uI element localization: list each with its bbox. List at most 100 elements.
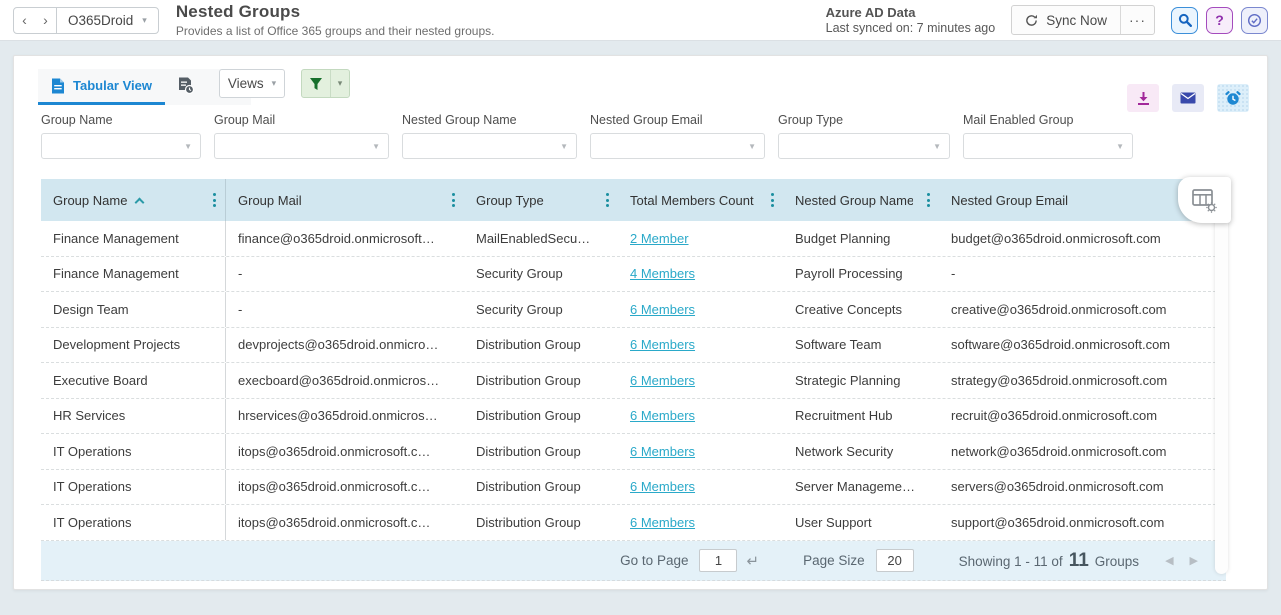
cell-members: 4 Members xyxy=(618,257,783,292)
cell-group-name: Development Projects xyxy=(41,328,226,363)
table-row[interactable]: Development Projectsdevprojects@o365droi… xyxy=(41,328,1226,364)
cell-members: 6 Members xyxy=(618,399,783,434)
column-header-total-members-count[interactable]: Total Members Count xyxy=(618,179,783,221)
cell-nested-group-email: recruit@o365droid.onmicrosoft.com xyxy=(939,399,1226,434)
filter-select-group-name[interactable]: ▼ xyxy=(41,133,201,159)
chevron-down-icon: ▼ xyxy=(1116,142,1124,151)
email-button[interactable] xyxy=(1172,84,1204,112)
cell-members: 6 Members xyxy=(618,434,783,469)
showing-suffix: Groups xyxy=(1095,554,1139,569)
cell-group-mail: finance@o365droid.onmicrosoft… xyxy=(226,221,464,256)
tab-label: Tabular View xyxy=(73,78,152,93)
filter-select-mail-enabled-group[interactable]: ▼ xyxy=(963,133,1133,159)
cell-group-mail: itops@o365droid.onmicrosoft.c… xyxy=(226,470,464,505)
column-header-group-type[interactable]: Group Type xyxy=(464,179,618,221)
chevron-down-icon: ▼ xyxy=(372,142,380,151)
pagination-bar: Go to Page ↵ Page Size Showing 1 - 11 of… xyxy=(41,541,1226,581)
filter-select-group-mail[interactable]: ▼ xyxy=(214,133,389,159)
filter-group-type: Group Type ▼ xyxy=(778,113,950,159)
help-button[interactable]: ? xyxy=(1206,7,1233,34)
column-menu-icon[interactable] xyxy=(766,189,779,211)
prev-page-button[interactable]: ◀ xyxy=(1165,554,1173,567)
members-count-link[interactable]: 2 Member xyxy=(630,231,689,246)
tab-tabular-view[interactable]: Tabular View xyxy=(38,69,165,105)
table-row[interactable]: HR Serviceshrservices@o365droid.onmicros… xyxy=(41,399,1226,435)
cell-nested-group-name: Server Manageme… xyxy=(783,470,939,505)
members-count-link[interactable]: 6 Members xyxy=(630,515,695,530)
table-row[interactable]: IT Operationsitops@o365droid.onmicrosoft… xyxy=(41,470,1226,506)
table-row[interactable]: IT Operationsitops@o365droid.onmicrosoft… xyxy=(41,505,1226,541)
cell-group-type: Distribution Group xyxy=(464,470,618,505)
table-row[interactable]: Executive Boardexecboard@o365droid.onmic… xyxy=(41,363,1226,399)
table-row[interactable]: Finance Management-Security Group4 Membe… xyxy=(41,257,1226,293)
column-label: Group Type xyxy=(476,193,544,208)
cell-group-type: Distribution Group xyxy=(464,399,618,434)
filters-row: Group Name ▼ Group Mail ▼ Nested Group N… xyxy=(41,113,1133,159)
cell-nested-group-name: Creative Concepts xyxy=(783,292,939,327)
filter-select-nested-group-email[interactable]: ▼ xyxy=(590,133,765,159)
table-row[interactable]: Finance Managementfinance@o365droid.onmi… xyxy=(41,221,1226,257)
column-header-group-name[interactable]: Group Name xyxy=(41,179,226,221)
cell-group-mail: - xyxy=(226,257,464,292)
column-menu-icon[interactable] xyxy=(922,189,935,211)
sync-now-button[interactable]: Sync Now xyxy=(1012,6,1121,34)
document-icon xyxy=(51,78,65,94)
column-settings-button[interactable] xyxy=(1178,177,1231,223)
tab-scheduled-report-view[interactable] xyxy=(165,69,207,105)
filter-button[interactable] xyxy=(302,70,330,97)
views-dropdown[interactable]: Views ▾ xyxy=(219,69,285,98)
cell-nested-group-name: Payroll Processing xyxy=(783,257,939,292)
column-menu-icon[interactable] xyxy=(208,189,221,211)
column-header-nested-group-name[interactable]: Nested Group Name xyxy=(783,179,939,221)
top-bar: ‹ › O365Droid ▾ Nested Groups Provides a… xyxy=(0,0,1281,41)
cell-group-name: Finance Management xyxy=(41,221,226,256)
more-options-button[interactable]: ··· xyxy=(1121,6,1154,34)
page-size-input[interactable] xyxy=(876,549,914,572)
scrollbar-track[interactable] xyxy=(1215,206,1228,574)
page-number-input[interactable] xyxy=(699,549,737,572)
views-label: Views xyxy=(228,76,264,91)
members-count-link[interactable]: 6 Members xyxy=(630,302,695,317)
members-count-link[interactable]: 6 Members xyxy=(630,373,695,388)
chevron-down-icon: ▼ xyxy=(933,142,941,151)
filter-label: Nested Group Name xyxy=(402,113,577,127)
app-selector-dropdown[interactable]: O365Droid ▾ xyxy=(56,8,158,33)
column-label: Nested Group Email xyxy=(951,193,1068,208)
cell-group-mail: execboard@o365droid.onmicros… xyxy=(226,363,464,398)
column-header-group-mail[interactable]: Group Mail xyxy=(226,179,464,221)
filter-select-group-type[interactable]: ▼ xyxy=(778,133,950,159)
chevron-down-icon: ▼ xyxy=(748,142,756,151)
funnel-icon xyxy=(309,77,323,91)
filter-group-mail: Group Mail ▼ xyxy=(214,113,389,159)
members-count-link[interactable]: 6 Members xyxy=(630,408,695,423)
chevron-down-icon: ▾ xyxy=(142,16,147,25)
page-subtitle: Provides a list of Office 365 groups and… xyxy=(176,24,495,38)
export-button[interactable] xyxy=(1127,84,1159,112)
filter-select-nested-group-name[interactable]: ▼ xyxy=(402,133,577,159)
question-icon: ? xyxy=(1215,12,1224,28)
back-button[interactable]: ‹ xyxy=(14,8,35,33)
cell-nested-group-email: servers@o365droid.onmicrosoft.com xyxy=(939,470,1226,505)
forward-button[interactable]: › xyxy=(35,8,56,33)
members-count-link[interactable]: 6 Members xyxy=(630,444,695,459)
search-button[interactable] xyxy=(1171,7,1198,34)
members-count-link[interactable]: 4 Members xyxy=(630,266,695,281)
showing-count: Showing 1 - 11 of 11 Groups xyxy=(959,550,1139,572)
table-row[interactable]: IT Operationsitops@o365droid.onmicrosoft… xyxy=(41,434,1226,470)
filter-label: Mail Enabled Group xyxy=(963,113,1133,127)
report-action-icons xyxy=(1127,84,1249,112)
cell-group-mail: itops@o365droid.onmicrosoft.c… xyxy=(226,434,464,469)
schedule-button[interactable] xyxy=(1217,84,1249,112)
download-icon xyxy=(1136,91,1151,106)
filter-dropdown-button[interactable]: ▾ xyxy=(330,70,349,97)
table-row[interactable]: Design Team-Security Group6 MembersCreat… xyxy=(41,292,1226,328)
next-page-button[interactable]: ▶ xyxy=(1190,554,1198,567)
column-label: Group Name xyxy=(53,193,127,208)
members-count-link[interactable]: 6 Members xyxy=(630,479,695,494)
members-count-link[interactable]: 6 Members xyxy=(630,337,695,352)
filter-label: Group Mail xyxy=(214,113,389,127)
cell-group-name: IT Operations xyxy=(41,434,226,469)
column-menu-icon[interactable] xyxy=(601,189,614,211)
task-status-button[interactable] xyxy=(1241,7,1268,34)
column-menu-icon[interactable] xyxy=(447,189,460,211)
